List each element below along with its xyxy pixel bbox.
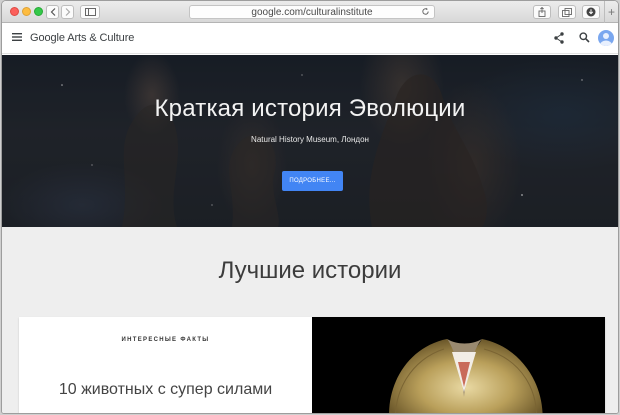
- download-icon: [586, 7, 596, 17]
- tabs-icon: [562, 7, 572, 17]
- chevron-right-icon: [65, 8, 70, 16]
- site-logo[interactable]: Google Arts & Culture: [30, 32, 134, 44]
- reload-icon[interactable]: [421, 7, 430, 16]
- forward-button[interactable]: [61, 5, 74, 19]
- browser-toolbar: google.com/culturalinstitute +: [2, 1, 618, 23]
- user-icon: [600, 33, 612, 46]
- frilled-lizard-image: [389, 339, 543, 413]
- story-category-label: ИНТЕРЕСНЫЕ ФАКТЫ: [121, 337, 210, 343]
- menu-icon[interactable]: [12, 33, 22, 41]
- close-window-button[interactable]: [10, 7, 19, 16]
- back-button[interactable]: [46, 5, 59, 19]
- chevron-left-icon: [50, 8, 55, 16]
- tabs-overview-button[interactable]: [558, 5, 576, 19]
- share-icon[interactable]: [554, 32, 564, 44]
- story-image[interactable]: [312, 317, 605, 413]
- minimize-window-button[interactable]: [22, 7, 31, 16]
- hero-subtitle: Natural History Museum, Лондон: [251, 135, 369, 144]
- share-button[interactable]: [533, 5, 551, 19]
- search-icon[interactable]: [579, 32, 590, 43]
- section-title: Лучшие истории: [218, 257, 402, 284]
- hero-title: Краткая история Эволюции: [154, 95, 466, 122]
- story-card[interactable]: ИНТЕРЕСНЫЕ ФАКТЫ 10 животных с супер сил…: [19, 317, 605, 413]
- address-bar[interactable]: google.com/culturalinstitute: [189, 5, 435, 19]
- downloads-button[interactable]: [582, 5, 600, 19]
- plus-icon: +: [607, 5, 615, 19]
- hero-banner: Краткая история Эволюции Natural History…: [2, 55, 618, 227]
- sidebar-icon: [84, 8, 96, 16]
- account-avatar[interactable]: [598, 30, 614, 46]
- url-text: google.com/culturalinstitute: [251, 7, 373, 18]
- story-headline[interactable]: 10 животных с супер силами: [19, 381, 312, 399]
- top-stories-section: Лучшие истории ИНТЕРЕСНЫЕ ФАКТЫ 10 живот…: [2, 227, 618, 413]
- sidebar-button[interactable]: [80, 5, 100, 19]
- new-tab-button[interactable]: +: [604, 1, 618, 23]
- site-header: Google Arts & Culture: [2, 24, 618, 54]
- browser-window: google.com/culturalinstitute + Google Ar…: [1, 0, 619, 414]
- read-more-button[interactable]: ПОДРОБНЕЕ...: [282, 171, 343, 191]
- zoom-window-button[interactable]: [34, 7, 43, 16]
- share-icon: [538, 7, 546, 17]
